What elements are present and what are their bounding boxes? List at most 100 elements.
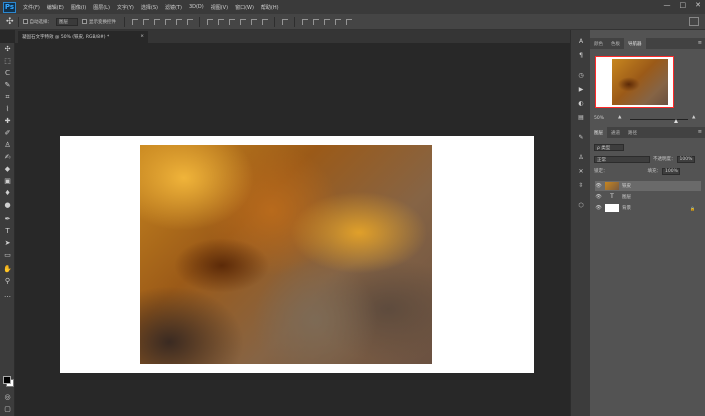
tab-navigator[interactable]: 导航器: [624, 38, 646, 49]
fill-input[interactable]: 100%: [662, 167, 680, 175]
move-tool-icon[interactable]: ✣: [6, 17, 14, 27]
align-top-icon[interactable]: [131, 18, 138, 25]
tab-paths[interactable]: 路径: [624, 127, 641, 138]
document-tab[interactable]: 凝固石文字特效 @ 50% (铁皮, RGB/8#) * ×: [18, 31, 148, 43]
tab-channels[interactable]: 通道: [607, 127, 624, 138]
navigator-thumbnail[interactable]: [595, 56, 674, 108]
history-panel-icon[interactable]: ◷: [577, 72, 585, 80]
menu-window[interactable]: 窗口(W): [235, 4, 254, 11]
workspace-icon[interactable]: [689, 17, 699, 26]
more-tools-icon[interactable]: …: [3, 291, 12, 300]
tab-layers[interactable]: 图层: [590, 127, 607, 138]
character-panel-icon[interactable]: A: [577, 38, 585, 46]
distribute-right-icon[interactable]: [261, 18, 268, 25]
stamp-tool-icon[interactable]: ♙: [3, 141, 12, 150]
menu-type[interactable]: 文字(Y): [117, 4, 134, 11]
auto-select-dropdown[interactable]: 图层: [56, 17, 79, 26]
distribute-hcenter-icon[interactable]: [250, 18, 257, 25]
eraser-tool-icon[interactable]: ◆: [3, 165, 12, 174]
visibility-eye-icon[interactable]: 👁: [595, 183, 602, 189]
properties-panel-icon[interactable]: ▤: [577, 114, 585, 122]
opacity-input[interactable]: 100%: [676, 155, 695, 163]
path-select-tool-icon[interactable]: ➤: [3, 239, 12, 248]
dodge-tool-icon[interactable]: ●: [3, 201, 12, 210]
3d-scale-icon[interactable]: [345, 18, 352, 25]
align-hcenter-icon[interactable]: [175, 18, 182, 25]
tab-color[interactable]: 颜色: [590, 38, 607, 49]
eyedropper-tool-icon[interactable]: ⌇: [3, 105, 12, 114]
zoom-slider[interactable]: [630, 119, 688, 123]
menu-layer[interactable]: 图层(L): [93, 4, 110, 11]
align-right-icon[interactable]: [186, 18, 193, 25]
distribute-vcenter-icon[interactable]: [217, 18, 224, 25]
info-panel-icon[interactable]: ⇳: [577, 182, 585, 190]
layer-kind-filter[interactable]: ρ 类型: [594, 143, 624, 151]
layer-row-tiepi[interactable]: 👁 铁皮: [595, 181, 701, 191]
distribute-top-icon[interactable]: [206, 18, 213, 25]
heal-tool-icon[interactable]: ✚: [3, 117, 12, 126]
minimize-button[interactable]: —: [664, 1, 671, 9]
screen-mode-icon[interactable]: ▢: [3, 405, 12, 414]
show-transform-checkbox[interactable]: [82, 19, 88, 24]
crop-tool-icon[interactable]: ⌗: [3, 93, 12, 102]
shape-tool-icon[interactable]: ▭: [3, 251, 12, 260]
clone-source-panel-icon[interactable]: ♙: [577, 154, 585, 162]
zoom-in-icon[interactable]: ▲: [692, 115, 695, 120]
menu-view[interactable]: 视图(V): [211, 4, 228, 11]
paragraph-panel-icon[interactable]: ¶: [577, 52, 585, 60]
zoom-value[interactable]: 50%: [594, 116, 604, 121]
menu-select[interactable]: 选择(S): [141, 4, 158, 11]
3d-pan-icon[interactable]: [323, 18, 330, 25]
quick-select-tool-icon[interactable]: ✎: [3, 81, 12, 90]
panel-menu-icon[interactable]: ≡: [698, 40, 702, 46]
canvas-area[interactable]: [15, 43, 570, 416]
visibility-eye-icon[interactable]: 👁: [595, 194, 602, 200]
menu-help[interactable]: 帮助(H): [261, 4, 279, 11]
blend-mode-dropdown[interactable]: 正常: [594, 155, 650, 163]
3d-orbit-icon[interactable]: [301, 18, 308, 25]
maximize-button[interactable]: □: [680, 1, 687, 9]
3d-slide-icon[interactable]: [334, 18, 341, 25]
move-tool-icon[interactable]: ✣: [3, 45, 12, 54]
menu-image[interactable]: 图像(I): [71, 4, 86, 11]
3d-roll-icon[interactable]: [312, 18, 319, 25]
zoom-out-icon[interactable]: ▲: [618, 115, 621, 120]
layer-row-background[interactable]: 👁 背景 🔒: [595, 203, 701, 213]
adjustments-panel-icon[interactable]: ◐: [577, 100, 585, 108]
tab-close-icon[interactable]: ×: [140, 34, 144, 39]
zoom-slider-handle[interactable]: [674, 119, 678, 123]
align-bottom-icon[interactable]: [153, 18, 160, 25]
type-tool-icon[interactable]: T: [3, 227, 12, 236]
menu-filter[interactable]: 滤镜(T): [165, 4, 182, 11]
brush-tool-icon[interactable]: ✐: [3, 129, 12, 138]
layers-panel-menu-icon[interactable]: ≡: [698, 129, 702, 135]
menu-file[interactable]: 文件(F): [23, 4, 40, 11]
hand-tool-icon[interactable]: ✋: [3, 265, 12, 274]
close-button[interactable]: ✕: [695, 1, 701, 9]
distribute-left-icon[interactable]: [239, 18, 246, 25]
align-left-icon[interactable]: [164, 18, 171, 25]
pen-tool-icon[interactable]: ✒: [3, 215, 12, 224]
gradient-tool-icon[interactable]: ▣: [3, 177, 12, 186]
menu-edit[interactable]: 编辑(E): [47, 4, 64, 11]
align-vcenter-icon[interactable]: [142, 18, 149, 25]
tab-swatches[interactable]: 色板: [607, 38, 624, 49]
lasso-tool-icon[interactable]: ᑕ: [3, 69, 12, 78]
zoom-tool-icon[interactable]: ⚲: [3, 277, 12, 286]
auto-select-checkbox[interactable]: [22, 19, 28, 24]
menu-3d[interactable]: 3D(D): [189, 4, 204, 10]
foreground-color-swatch[interactable]: [3, 376, 11, 384]
blur-tool-icon[interactable]: ♦: [3, 189, 12, 198]
auto-align-icon[interactable]: [281, 18, 288, 25]
actions-panel-icon[interactable]: ▶: [577, 86, 585, 94]
marquee-tool-icon[interactable]: ⬚: [3, 57, 12, 66]
distribute-bottom-icon[interactable]: [228, 18, 235, 25]
history-brush-tool-icon[interactable]: ✍: [3, 153, 12, 162]
quick-mask-icon[interactable]: ◎: [3, 393, 12, 402]
tool-presets-panel-icon[interactable]: ✕: [577, 168, 585, 176]
layer-row-text[interactable]: 👁 T 图层: [595, 192, 701, 202]
3d-panel-icon[interactable]: ⬡: [577, 202, 585, 210]
visibility-eye-icon[interactable]: 👁: [595, 205, 602, 211]
document-canvas[interactable]: [60, 136, 534, 373]
brush-panel-icon[interactable]: ✎: [577, 134, 585, 142]
